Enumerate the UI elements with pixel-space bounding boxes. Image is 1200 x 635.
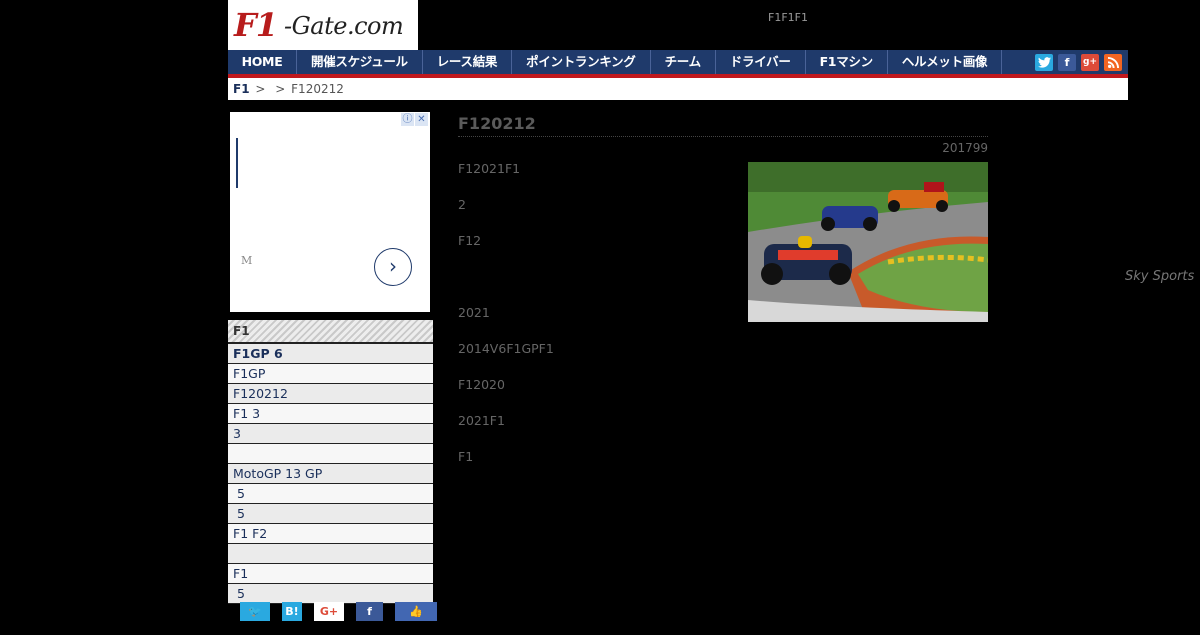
sidebar-list: F1GP 6 F1GP F120212 F1 3 3 MotoGP 13 GP … xyxy=(228,344,433,604)
sidebar-item[interactable]: 5 xyxy=(228,504,433,524)
sidebar-item[interactable] xyxy=(228,544,433,564)
sidebar-item[interactable]: F1 3 xyxy=(228,404,433,424)
nav-ranking[interactable]: ポイントランキング xyxy=(512,50,651,74)
share-buttons: 🐦 B! G+ f 👍 xyxy=(240,602,437,621)
sidebar-item[interactable]: 3 xyxy=(228,424,433,444)
ad-label: M xyxy=(241,254,253,267)
article-paragraph: F12020 xyxy=(458,377,505,392)
sidebar-item[interactable]: F1 F2 xyxy=(228,524,433,544)
breadcrumb: F1 > > F120212 xyxy=(228,78,1128,100)
sidebar-item[interactable]: F1GP xyxy=(228,364,433,384)
article: F120212 201799 F12021F1 2 F12 2021 2014V… xyxy=(458,112,988,485)
sidebar-item[interactable]: F120212 xyxy=(228,384,433,404)
ad-next-icon[interactable]: › xyxy=(374,248,412,286)
ad-text-cursor xyxy=(236,138,238,188)
sidebar-item[interactable]: F1 xyxy=(228,564,433,584)
nav-driver[interactable]: ドライバー xyxy=(716,50,806,74)
article-photo xyxy=(748,162,988,322)
rss-icon[interactable] xyxy=(1104,53,1122,71)
sidebar-item[interactable] xyxy=(228,444,433,464)
breadcrumb-home[interactable]: F1 xyxy=(233,82,250,96)
share-twitter-button[interactable]: 🐦 xyxy=(240,602,270,621)
article-date: 201799 xyxy=(942,141,988,155)
sidebar-item[interactable]: 5 xyxy=(228,584,433,604)
nav-team[interactable]: チーム xyxy=(651,50,716,74)
sidebar-menu: F1 F1GP 6 F1GP F120212 F1 3 3 MotoGP 13 … xyxy=(228,320,433,604)
sidebar-heading: F1 xyxy=(228,320,433,344)
article-title: F120212 xyxy=(458,112,988,137)
logo-text: -Gate.com xyxy=(284,12,404,40)
breadcrumb-current: F120212 xyxy=(291,82,344,96)
nav-home[interactable]: HOME xyxy=(228,50,297,74)
share-hatena-button[interactable]: B! xyxy=(282,602,302,621)
nav-results[interactable]: レース結果 xyxy=(423,50,513,74)
main-nav: HOME 開催スケジュール レース結果 ポイントランキング チーム ドライバー … xyxy=(228,50,1128,78)
facebook-icon[interactable]: f xyxy=(1058,53,1076,71)
header-tagline: F1F1F1 xyxy=(768,11,808,24)
nav-schedule[interactable]: 開催スケジュール xyxy=(297,50,423,74)
breadcrumb-sep: > xyxy=(275,82,286,96)
share-like-button[interactable]: 👍 xyxy=(395,602,437,621)
breadcrumb-sep: > xyxy=(255,82,266,96)
nav-helmet[interactable]: ヘルメット画像 xyxy=(888,50,1003,74)
article-paragraph: 2014V6F1GPF1 xyxy=(458,341,554,356)
article-paragraph: 2021F1 xyxy=(458,413,505,428)
sidebar-item[interactable]: F1GP 6 xyxy=(228,344,433,364)
sidebar-item[interactable]: MotoGP 13 GP xyxy=(228,464,433,484)
ad-controls: ⓘ ✕ xyxy=(401,113,428,126)
social-links: f g+ xyxy=(1035,50,1128,74)
site-logo[interactable]: F1 -Gate.com xyxy=(228,0,418,50)
photo-caption: Sky Sports xyxy=(1125,269,1195,284)
article-paragraph: F1 xyxy=(458,449,474,464)
logo-f1: F1 xyxy=(234,6,278,44)
share-facebook-button[interactable]: f xyxy=(356,602,383,621)
google-plus-icon[interactable]: g+ xyxy=(1081,53,1099,71)
ad-close-icon[interactable]: ✕ xyxy=(415,113,428,126)
twitter-icon[interactable] xyxy=(1035,53,1053,71)
ad-info-icon[interactable]: ⓘ xyxy=(401,113,414,126)
ad-banner[interactable]: ⓘ ✕ M › xyxy=(230,112,430,312)
share-google-button[interactable]: G+ xyxy=(314,602,344,621)
sidebar-item[interactable]: 5 xyxy=(228,484,433,504)
nav-machine[interactable]: F1マシン xyxy=(806,50,888,74)
